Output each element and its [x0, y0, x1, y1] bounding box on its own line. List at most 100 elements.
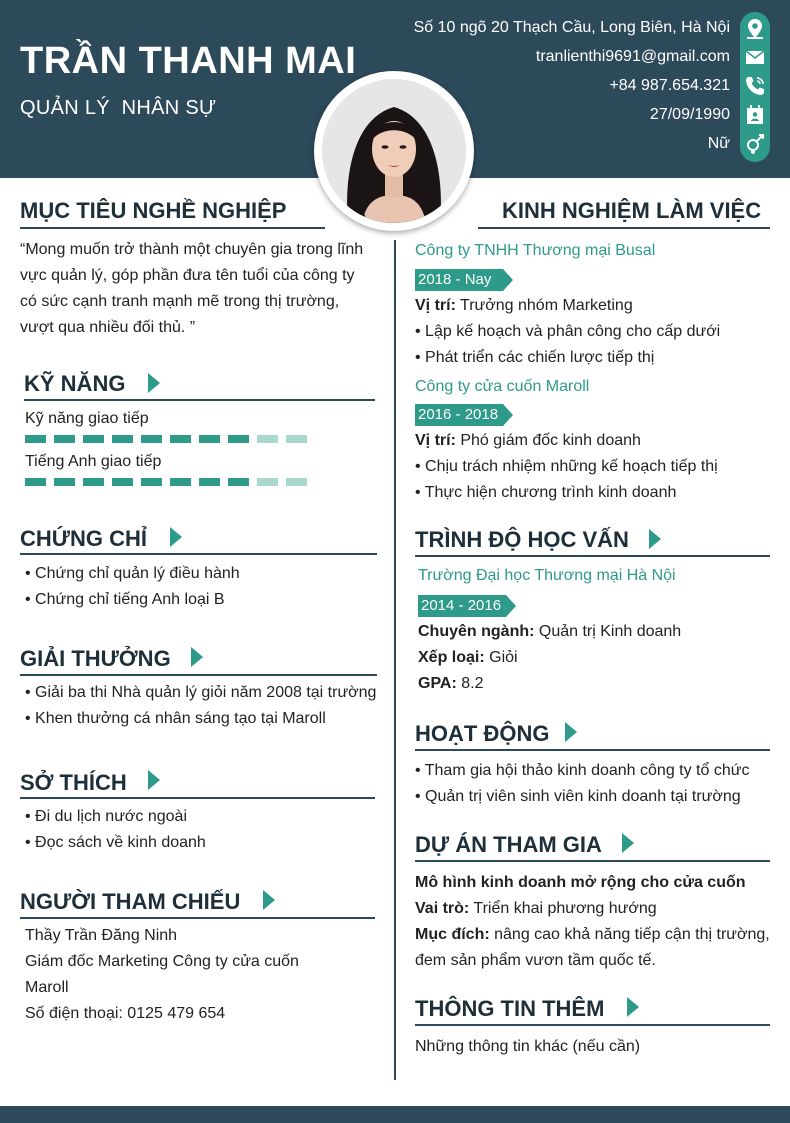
hobbies-title: SỞ THÍCH [20, 770, 127, 795]
skill-label: Tiếng Anh giao tiếp [25, 453, 162, 470]
education-title: TRÌNH ĐỘ HỌC VẤN [415, 527, 629, 552]
education-gpa-value: 8.2 [456, 675, 484, 692]
project-role: Vai trò: Triển khai phương hướng [415, 896, 657, 922]
education-gpa: GPA: 8.2 [418, 671, 484, 697]
location-icon [747, 19, 763, 39]
awards-title: GIẢI THƯỞNG [20, 646, 171, 671]
job-period-badge: 2018 - Nay [415, 269, 513, 291]
project-name: Mô hình kinh doanh mở rộng cho cửa cuốn [415, 874, 746, 891]
skill-level-segment [228, 435, 249, 443]
skill-level-segment [83, 435, 104, 443]
job-company: Công ty TNHH Thương mại Busal [415, 242, 656, 259]
skills-rule [24, 399, 375, 401]
education-arrow-icon [649, 529, 661, 549]
certificates-rule [20, 553, 377, 555]
skill-level-segment [286, 478, 307, 486]
objective-title: MỤC TIÊU NGHỀ NGHIỆP [20, 198, 287, 223]
phone-icon [746, 77, 764, 95]
skills-arrow-icon [148, 373, 160, 393]
references-title: NGƯỜI THAM CHIẾU [20, 889, 241, 914]
activities-rule [415, 749, 770, 751]
contact-phone: +84 987.654.321 [609, 77, 730, 94]
hobby-item: • Đọc sách về kinh doanh [25, 834, 206, 851]
reference-phone-label: Số điện thoại: [25, 1005, 123, 1022]
objective-rule [20, 227, 325, 229]
avatar-portrait [322, 79, 466, 223]
hobbies-arrow-icon [148, 770, 160, 790]
gender-icon [747, 134, 764, 154]
education-period-badge: 2014 - 2016 [418, 595, 516, 617]
skill-level-segment [54, 435, 75, 443]
extra-title: THÔNG TIN THÊM [415, 996, 605, 1021]
skill-level-segment [112, 435, 133, 443]
skill-level-segment [199, 435, 220, 443]
column-divider [394, 240, 396, 1080]
job-bullet: • Lập kế hoạch và phân công cho cấp dưới [415, 323, 721, 340]
certificates-title: CHỨNG CHỈ [20, 526, 148, 551]
education-major-value: Quản trị Kinh doanh [534, 623, 682, 640]
award-item: • Giải ba thi Nhà quản lý giỏi năm 2008 … [25, 684, 377, 701]
objective-text: “Mong muốn trở thành một chuyên gia tron… [20, 241, 364, 336]
candidate-role: QUẢN LÝ NHÂN SỰ [20, 97, 217, 119]
education-major: Chuyên ngành: Quản trị Kinh doanh [418, 619, 681, 645]
skill-level-bar [25, 478, 307, 486]
skill-level-segment [257, 478, 278, 486]
certificate-item: • Chứng chỉ tiếng Anh loại B [25, 591, 225, 608]
education-rank-label: Xếp loại: [418, 649, 485, 666]
projects-arrow-icon [622, 833, 634, 853]
references-arrow-icon [263, 890, 275, 910]
extra-rule [415, 1024, 770, 1026]
education-gpa-label: GPA: [418, 675, 457, 692]
skill-level-segment [199, 478, 220, 486]
skill-level-segment [141, 435, 162, 443]
contact-gender: Nữ [707, 135, 730, 152]
certificate-item: • Chứng chỉ quản lý điều hành [25, 565, 240, 582]
job-position-value: Trưởng nhóm Marketing [455, 297, 633, 314]
references-rule [20, 917, 375, 919]
job-bullet: • Thực hiện chương trình kinh doanh [415, 484, 677, 501]
activities-title: HOẠT ĐỘNG [415, 721, 550, 746]
skill-level-segment [83, 478, 104, 486]
project-goal-cont: đem sản phẩm vươn tầm quốc tế. [415, 952, 656, 969]
awards-rule [20, 674, 377, 676]
contact-birthday: 27/09/1990 [649, 106, 730, 123]
calendar-icon [747, 105, 763, 124]
award-item: • Khen thưởng cá nhân sáng tạo tại Marol… [25, 710, 326, 727]
job-bullet: • Chịu trách nhiệm những kế hoạch tiếp t… [415, 458, 718, 475]
education-major-label: Chuyên ngành: [418, 623, 535, 640]
skill-level-segment [25, 478, 46, 486]
reference-position: Giám đốc Marketing Công ty cửa cuốn [25, 953, 299, 970]
education-school: Trường Đại học Thương mại Hà Nội [418, 567, 676, 584]
skill-label: Kỹ năng giao tiếp [25, 410, 149, 427]
certificates-arrow-icon [170, 527, 182, 547]
skill-level-segment [228, 478, 249, 486]
extra-text: Những thông tin khác (nếu cần) [415, 1038, 641, 1055]
experience-rule [478, 227, 770, 229]
avatar [322, 79, 466, 223]
projects-rule [415, 860, 770, 862]
job-position-value: Phó giám đốc kinh doanh [455, 432, 641, 449]
hobbies-rule [20, 797, 375, 799]
job-company: Công ty cửa cuốn Maroll [415, 378, 590, 395]
reference-phone-value: 0125 479 654 [122, 1005, 226, 1022]
contact-icon-bar [740, 12, 770, 162]
footer-bar [0, 1106, 790, 1123]
contact-email: tranlienthi9691@gmail.com [535, 48, 730, 65]
job-position: Vị trí: Phó giám đốc kinh doanh [415, 428, 641, 454]
extra-arrow-icon [627, 997, 639, 1017]
education-rank: Xếp loại: Giỏi [418, 645, 518, 671]
project-goal-value: nâng cao khả năng tiếp cận thị trường, [489, 926, 770, 943]
skill-level-segment [54, 478, 75, 486]
experience-title: KINH NGHIỆM LÀM VIỆC [502, 198, 762, 223]
skills-title: KỸ NĂNG [24, 371, 126, 396]
reference-phone: Số điện thoại: 0125 479 654 [25, 1001, 225, 1027]
skill-level-segment [25, 435, 46, 443]
skill-level-segment [170, 435, 191, 443]
job-period-badge: 2016 - 2018 [415, 404, 513, 426]
candidate-name: TRẦN THANH MAI [20, 40, 357, 82]
reference-position-cont: Maroll [25, 979, 69, 996]
projects-title: DỰ ÁN THAM GIA [415, 832, 602, 857]
avatar-frame [314, 71, 474, 231]
education-rule [415, 555, 770, 557]
project-role-value: Triển khai phương hướng [469, 900, 657, 917]
